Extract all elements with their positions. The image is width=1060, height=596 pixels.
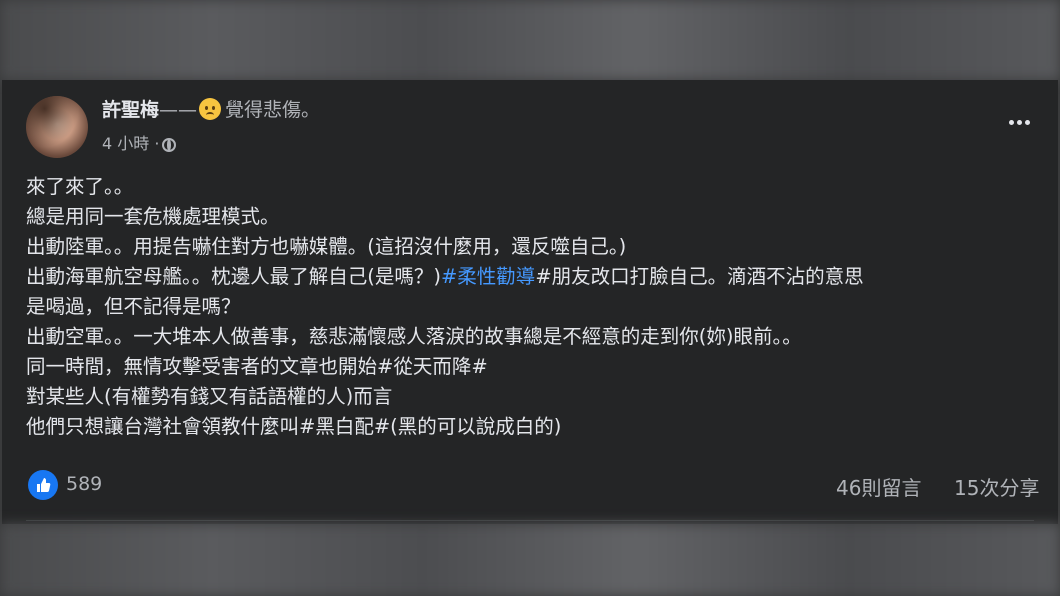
avatar[interactable] xyxy=(26,96,88,158)
blurred-background-bottom xyxy=(0,524,1060,596)
body-line: 是喝過，但不記得是嗎？ xyxy=(26,295,241,318)
feeling-prefix: —— xyxy=(159,99,198,121)
dot-icon xyxy=(1016,119,1022,125)
thumbs-up-icon xyxy=(37,478,51,492)
body-line: 總是用同一套危機處理模式。 xyxy=(26,205,280,228)
post-meta: 4 小時 · xyxy=(102,130,177,154)
facebook-post: 許聖梅—— 覺得悲傷。 4 小時 · 來了來了。。 總是用同一套危機處理模式。 出… xyxy=(2,80,1058,524)
body-line: 出動陸軍。。用提告嚇住對方也嚇媒體。(這招沒什麼用，還反噬自己。) xyxy=(26,235,627,258)
body-line: 他們只想讓台灣社會領教什麼叫#黑白配#(黑的可以說成白的) xyxy=(26,415,562,438)
body-text-segment: #朋友改口打臉自己。滴酒不沾的意思 xyxy=(535,265,864,288)
body-line: 對某些人(有權勢有錢又有話語權的人)而言 xyxy=(26,385,393,408)
post-header: 許聖梅—— 覺得悲傷。 xyxy=(102,98,320,122)
reaction-count[interactable]: 589 xyxy=(66,473,102,495)
divider xyxy=(26,520,1034,521)
meta-separator: · xyxy=(154,134,160,153)
dot-icon xyxy=(1008,119,1014,125)
globe-icon[interactable] xyxy=(162,138,177,152)
post-body: 來了來了。。 總是用同一套危機處理模式。 出動陸軍。。用提告嚇住對方也嚇媒體。(… xyxy=(26,172,1046,442)
body-line: 出動海軍航空母艦。。枕邊人最了解自己(是嗎？)#柔性勸導#朋友改口打臉自己。滴酒… xyxy=(26,262,1046,292)
author-name[interactable]: 許聖梅 xyxy=(102,99,159,121)
comments-count[interactable]: 46則留言 xyxy=(836,472,921,501)
like-icon[interactable] xyxy=(28,470,58,500)
body-text-segment: 出動海軍航空母艦。。枕邊人最了解自己(是嗎？) xyxy=(26,265,441,288)
post-timestamp[interactable]: 4 小時 xyxy=(102,134,149,153)
hashtag-link[interactable]: #柔性勸導 xyxy=(441,265,535,288)
body-line: 出動空軍。。一大堆本人做善事，慈悲滿懷感人落淚的故事總是不經意的走到你(妳)眼前… xyxy=(26,325,802,348)
body-line: 來了來了。。 xyxy=(26,175,134,198)
shares-count[interactable]: 15次分享 xyxy=(954,472,1039,501)
dot-icon xyxy=(1024,119,1030,125)
feeling-text: 覺得悲傷。 xyxy=(225,99,321,121)
body-line: 同一時間，無情攻擊受害者的文章也開始#從天而降# xyxy=(26,355,488,378)
sad-face-icon xyxy=(199,98,222,120)
more-options-button[interactable] xyxy=(1002,110,1036,134)
blurred-background-top xyxy=(0,0,1060,80)
